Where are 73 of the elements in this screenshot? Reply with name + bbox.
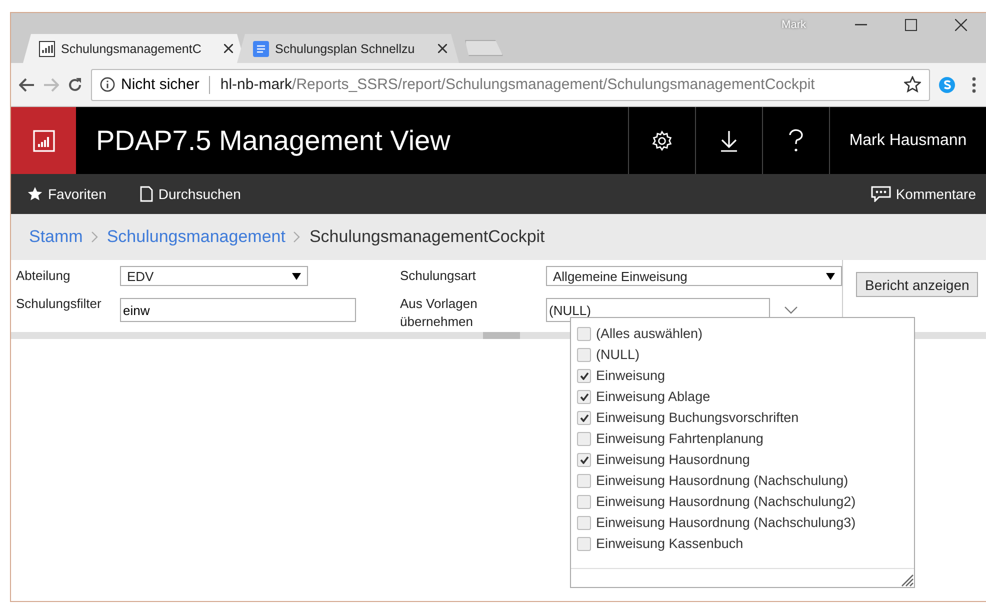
parameter-label: Aus Vorlagen übernehmen: [400, 295, 478, 331]
dropdown-arrow-icon: [292, 272, 301, 280]
info-icon: [100, 77, 115, 92]
close-icon[interactable]: [955, 19, 967, 31]
chevron-down-icon[interactable]: [784, 306, 798, 314]
checkbox[interactable]: [577, 432, 591, 446]
help-icon: [789, 128, 803, 152]
dropdown-option[interactable]: Einweisung Hausordnung (Nachschulung2): [577, 491, 908, 512]
breadcrumb-link[interactable]: Stamm: [29, 227, 83, 247]
checkbox[interactable]: [577, 452, 591, 466]
page-icon: [140, 186, 154, 202]
parameter-label: Abteilung: [16, 267, 72, 285]
dropdown-option[interactable]: Einweisung Hausordnung (Nachschulung3): [577, 512, 908, 533]
close-tab-icon[interactable]: [224, 44, 233, 53]
parameter-label: Schulungsart: [400, 267, 477, 285]
download-icon: [720, 130, 738, 152]
dropdown-option[interactable]: (NULL): [577, 344, 908, 365]
reload-icon[interactable]: [67, 76, 83, 92]
dropdown-field[interactable]: Allgemeine Einweisung: [546, 266, 842, 286]
checkmark-icon: [580, 392, 588, 400]
dropdown-option[interactable]: Einweisung Fahrtenplanung: [577, 428, 908, 449]
chart-icon: [32, 130, 54, 152]
dropdown-option[interactable]: Einweisung Buchungsvorschriften: [577, 407, 908, 428]
browser-tab[interactable]: Schulungsplan Schnellzu: [237, 34, 459, 63]
app-title: PDAP7.5 Management View: [95, 124, 452, 158]
dropdown-option[interactable]: Einweisung Kassenbuch: [577, 533, 908, 554]
view-report-button[interactable]: Bericht anzeigen: [856, 272, 978, 297]
minimize-icon[interactable]: [855, 24, 867, 26]
breadcrumb-link[interactable]: Schulungsmanagement: [106, 227, 286, 247]
dropdown-option[interactable]: Einweisung: [577, 365, 908, 386]
text-field[interactable]: einw: [120, 298, 356, 322]
checkmark-icon: [580, 372, 588, 380]
extension-icon[interactable]: [938, 76, 956, 94]
url-text: hl-nb-mark/Reports_SSRS/report/Schulungsmanagement/SchulungsmanagementCockpit: [220, 76, 815, 93]
security-label: Nicht sicher: [121, 76, 200, 93]
document-icon: [253, 40, 269, 56]
dropdown-option[interactable]: (Alles auswählen): [577, 323, 908, 344]
gear-icon: [651, 130, 673, 152]
nav-item[interactable]: Favoriten: [27, 186, 106, 202]
back-icon[interactable]: [19, 78, 35, 92]
menu-icon[interactable]: [972, 76, 976, 92]
star-icon: [27, 186, 43, 202]
checkbox[interactable]: [577, 368, 591, 382]
checkbox[interactable]: [577, 348, 591, 362]
collapse-handle[interactable]: [483, 332, 520, 339]
checkbox[interactable]: [577, 536, 591, 550]
dropdown-option[interactable]: Einweisung Hausordnung (Nachschulung): [577, 470, 908, 491]
speech-bubble-icon: [870, 186, 891, 202]
app-logo[interactable]: [11, 107, 76, 174]
checkbox[interactable]: [577, 390, 591, 404]
nav-item[interactable]: Durchsuchen: [140, 186, 241, 202]
checkbox[interactable]: [577, 410, 591, 424]
dropdown-option[interactable]: Einweisung Ablage: [577, 386, 908, 407]
close-tab-icon[interactable]: [438, 44, 447, 53]
chart-icon: [39, 40, 55, 56]
star-icon[interactable]: [904, 76, 921, 93]
checkmark-icon: [580, 456, 588, 464]
checkbox[interactable]: [577, 494, 591, 508]
checkmark-icon: [580, 414, 588, 422]
comments-button[interactable]: Kommentare: [870, 186, 976, 202]
dropdown-arrow-icon: [826, 272, 835, 280]
chevron-right-icon: [293, 231, 302, 243]
checkbox[interactable]: [577, 326, 591, 340]
address-bar[interactable]: Nicht sicher hl-nb-mark/Reports_SSRS/report/Schulungsmanagement/SchulungsmanagementCockpit: [91, 68, 930, 100]
checkbox[interactable]: [577, 516, 591, 530]
chevron-right-icon: [90, 231, 99, 243]
checkbox[interactable]: [577, 474, 591, 488]
dropdown-option[interactable]: Einweisung Hausordnung: [577, 449, 908, 470]
resize-grip-icon[interactable]: [900, 573, 914, 587]
breadcrumb-current: SchulungsmanagementCockpit: [309, 227, 545, 247]
maximize-icon[interactable]: [905, 19, 917, 31]
parameter-label: Schulungsfilter: [16, 295, 102, 313]
dropdown-field[interactable]: EDV: [120, 266, 308, 286]
